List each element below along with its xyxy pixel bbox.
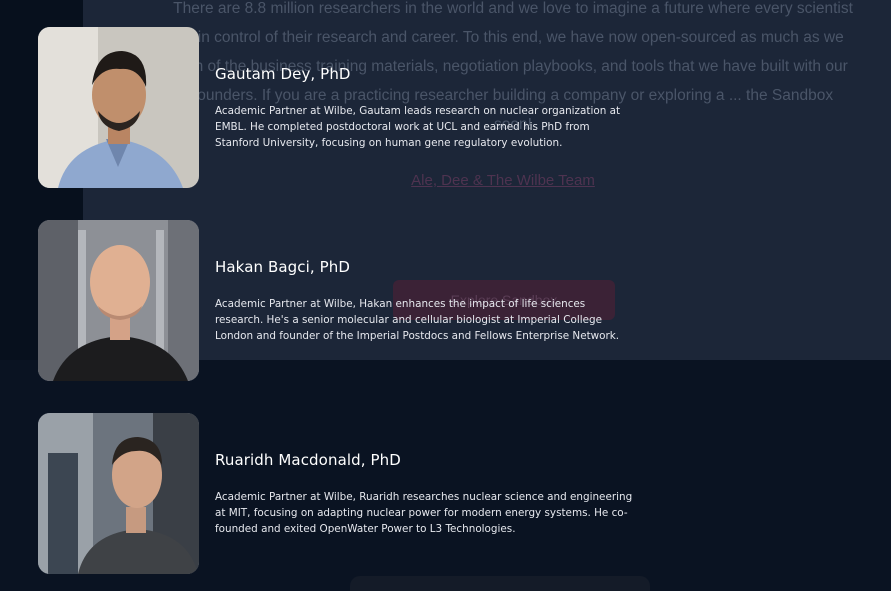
bottom-partial-element — [350, 576, 650, 591]
portrait-image — [38, 220, 199, 381]
partner-card: Gautam Dey, PhD Academic Partner at Wilb… — [38, 27, 658, 188]
partner-bio: Academic Partner at Wilbe, Gautam leads … — [215, 105, 621, 149]
partner-photo — [38, 27, 199, 188]
partner-bio: Academic Partner at Wilbe, Ruaridh resea… — [215, 491, 633, 535]
partner-name: Ruaridh Macdonald, PhD — [215, 451, 401, 469]
partner-name: Gautam Dey, PhD — [215, 65, 351, 83]
portrait-image — [38, 27, 199, 188]
partner-photo — [38, 413, 199, 574]
partner-card: Hakan Bagci, PhD Academic Partner at Wil… — [38, 220, 658, 381]
partner-name: Hakan Bagci, PhD — [215, 258, 351, 276]
partner-card: Ruaridh Macdonald, PhD Academic Partner … — [38, 413, 658, 574]
partner-photo — [38, 220, 199, 381]
partner-bio: Academic Partner at Wilbe, Hakan enhance… — [215, 298, 620, 342]
portrait-image — [38, 413, 199, 574]
